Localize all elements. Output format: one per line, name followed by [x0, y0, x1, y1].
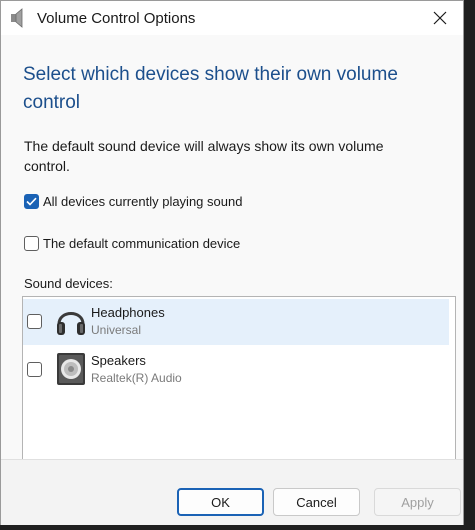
description-text: The default sound device will always sho… — [24, 138, 384, 174]
device-name: Headphones — [91, 305, 165, 320]
list-item-headphones[interactable]: Headphones Universal — [23, 299, 449, 345]
default-communication-option[interactable]: The default communication device — [24, 236, 240, 251]
device-name: Speakers — [91, 353, 146, 368]
speakers-checkbox[interactable] — [27, 362, 42, 377]
speaker-volume-icon — [10, 8, 28, 28]
title-bar: Volume Control Options — [1, 1, 463, 35]
close-button[interactable] — [417, 1, 463, 35]
device-subtitle: Realtek(R) Audio — [91, 371, 182, 385]
sound-devices-list[interactable]: Headphones Universal Speakers Realtek(R)… — [22, 296, 456, 472]
all-devices-checkbox[interactable] — [24, 194, 39, 209]
sound-devices-label: Sound devices: — [24, 276, 113, 291]
speaker-icon — [55, 352, 87, 386]
headphones-icon — [55, 304, 87, 338]
default-communication-checkbox[interactable] — [24, 236, 39, 251]
button-bar: OK Cancel Apply — [1, 459, 463, 525]
all-devices-label: All devices currently playing sound — [43, 194, 243, 209]
cancel-button[interactable]: Cancel — [273, 488, 360, 516]
headphones-checkbox[interactable] — [27, 314, 42, 329]
window-title: Volume Control Options — [37, 10, 196, 27]
volume-control-options-dialog: Volume Control Options Select which devi… — [0, 0, 464, 525]
list-item-speakers[interactable]: Speakers Realtek(R) Audio — [23, 347, 449, 393]
apply-button[interactable]: Apply — [374, 488, 461, 516]
main-heading: Select which devices show their own volu… — [23, 64, 398, 113]
dialog-content: Select which devices show their own volu… — [1, 35, 463, 472]
device-subtitle: Universal — [91, 323, 142, 337]
checkmark-icon — [26, 197, 37, 206]
default-communication-label: The default communication device — [43, 236, 241, 251]
close-icon — [433, 11, 447, 25]
all-devices-playing-option[interactable]: All devices currently playing sound — [24, 194, 242, 209]
ok-button[interactable]: OK — [177, 488, 264, 516]
